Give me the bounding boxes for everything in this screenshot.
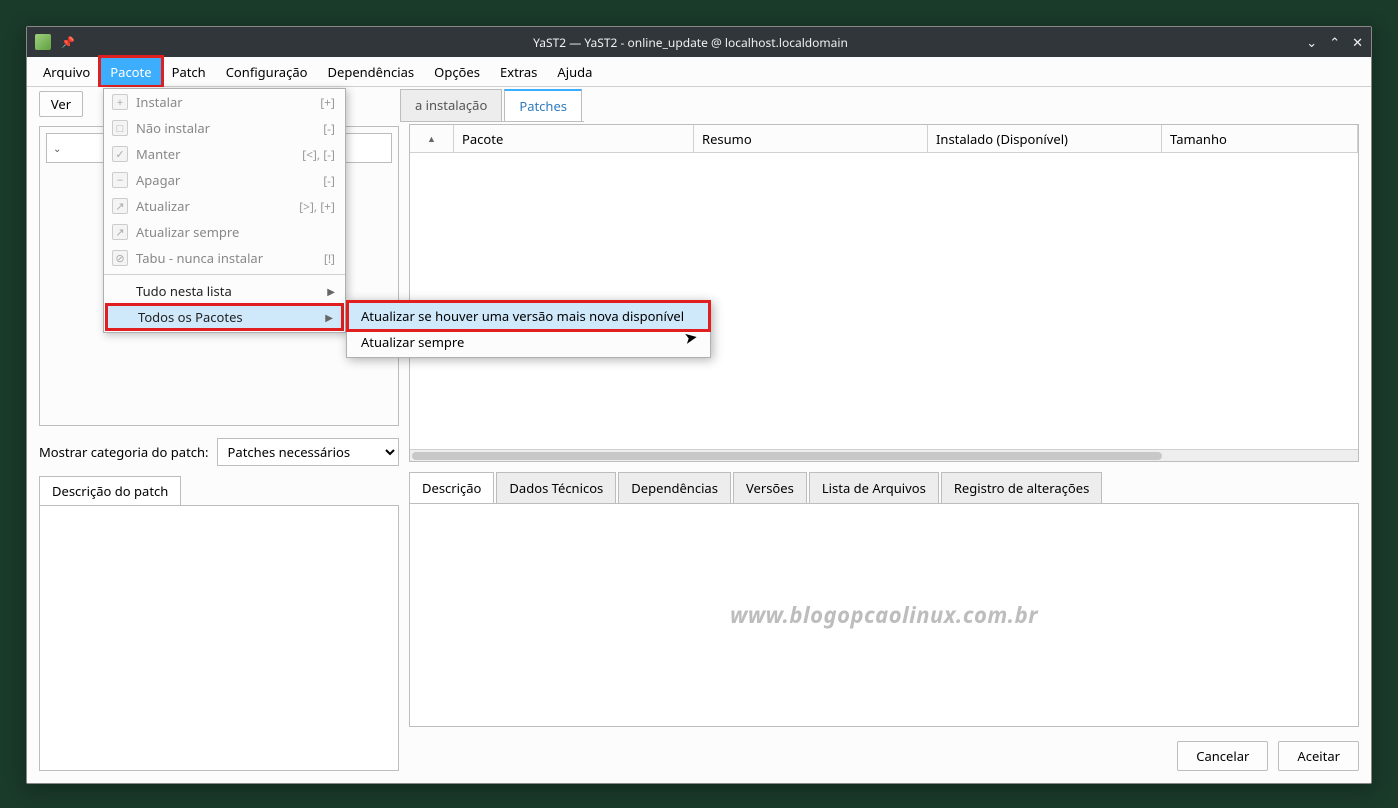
sm-atualizar-nova-versao[interactable]: Atualizar se houver uma versão mais nova… (349, 303, 708, 329)
pin-icon[interactable]: 📌 (61, 35, 75, 50)
tab-dados-tecnicos[interactable]: Dados Técnicos (496, 472, 616, 503)
patch-category-select[interactable]: Patches necessários (217, 438, 399, 466)
dd-atualizar-sempre: ↗ Atualizar sempre (104, 219, 345, 245)
right-column: ▲ Pacote Resumo Instalado (Disponível) T… (409, 124, 1359, 771)
check-icon: ✓ (112, 146, 128, 162)
bottom-tabs: Descrição Dados Técnicos Dependências Ve… (409, 472, 1359, 504)
menu-ajuda[interactable]: Ajuda (547, 57, 602, 86)
square-icon: □ (112, 120, 128, 136)
th-pacote[interactable]: Pacote (454, 125, 694, 152)
table-header: ▲ Pacote Resumo Instalado (Disponível) T… (410, 125, 1358, 153)
chevron-right-icon: ▶ (327, 284, 335, 298)
plus-icon: + (112, 94, 128, 110)
highlight-atualizar-nova-versao: Atualizar se houver uma versão mais nova… (349, 303, 708, 329)
dd-tabu: ⊘ Tabu - nunca instalar [!] (104, 245, 345, 271)
horizontal-scrollbar[interactable] (410, 449, 1358, 461)
menu-pacote[interactable]: Pacote (100, 57, 161, 86)
minimize-icon[interactable]: ⌄ (1306, 33, 1317, 51)
window-controls: ⌄ ⌃ ✕ (1306, 33, 1363, 51)
tab-desc-patch[interactable]: Descrição do patch (39, 476, 181, 505)
th-tamanho[interactable]: Tamanho (1162, 125, 1358, 152)
minus-icon: − (112, 172, 128, 188)
titlebar: 📌 YaST2 — YaST2 - online_update @ localh… (27, 27, 1371, 57)
patch-description-area (39, 505, 399, 771)
cancel-button[interactable]: Cancelar (1177, 741, 1268, 771)
menubar: Arquivo Pacote Patch Configuração Depend… (27, 57, 1371, 87)
tab-lista-arquivos[interactable]: Lista de Arquivos (809, 472, 939, 503)
menu-dependencias[interactable]: Dependências (318, 57, 425, 86)
todos-pacotes-submenu: Atualizar se houver uma versão mais nova… (346, 300, 711, 358)
dd-nao-instalar: □ Não instalar [-] (104, 115, 345, 141)
dd-atualizar: ↗ Atualizar [>], [+] (104, 193, 345, 219)
chevron-down-icon: ⌄ (53, 141, 61, 155)
pacote-dropdown: + Instalar [+] □ Não instalar [-] ✓ Mant… (103, 88, 346, 333)
dd-apagar: − Apagar [-] (104, 167, 345, 193)
window-title: YaST2 — YaST2 - online_update @ localhos… (75, 34, 1307, 51)
maximize-icon[interactable]: ⌃ (1329, 33, 1340, 51)
app-icon (35, 34, 51, 50)
taboo-icon: ⊘ (112, 250, 128, 266)
th-sort[interactable]: ▲ (410, 125, 454, 152)
sort-asc-icon: ▲ (427, 132, 436, 145)
menu-extras[interactable]: Extras (490, 57, 547, 86)
menu-arquivo[interactable]: Arquivo (33, 57, 100, 86)
close-icon[interactable]: ✕ (1352, 33, 1363, 51)
menu-opcoes[interactable]: Opções (424, 57, 490, 86)
sm-atualizar-sempre[interactable]: Atualizar sempre (349, 329, 708, 355)
tab-install-summary[interactable]: a instalação (400, 89, 502, 121)
dd-instalar: + Instalar [+] (104, 89, 345, 115)
patch-category-row: Mostrar categoria do patch: Patches nece… (39, 438, 399, 466)
tab-descricao[interactable]: Descrição (409, 472, 494, 503)
desc-tabs: Descrição do patch (39, 476, 399, 505)
tab-patches[interactable]: Patches (504, 89, 582, 121)
package-table: ▲ Pacote Resumo Instalado (Disponível) T… (409, 124, 1359, 462)
patch-category-label: Mostrar categoria do patch: (39, 443, 209, 461)
dd-manter: ✓ Manter [<], [-] (104, 141, 345, 167)
watermark-text: www.blogopcaolinux.com.br (730, 600, 1038, 630)
th-resumo[interactable]: Resumo (694, 125, 928, 152)
update-icon: ↗ (112, 198, 128, 214)
footer-buttons: Cancelar Aceitar (409, 741, 1359, 771)
top-tabs: a instalação Patches (400, 89, 584, 122)
menu-patch[interactable]: Patch (162, 57, 216, 86)
highlight-todos-pacotes: Todos os Pacotes ▶ (106, 304, 343, 330)
scrollbar-thumb[interactable] (412, 452, 1162, 460)
chevron-right-icon: ▶ (325, 310, 333, 324)
update-always-icon: ↗ (112, 224, 128, 240)
tab-dependencias[interactable]: Dependências (618, 472, 731, 503)
dropdown-separator (104, 274, 345, 275)
view-button[interactable]: Ver (39, 91, 83, 117)
tab-versoes[interactable]: Versões (733, 472, 807, 503)
th-instalado[interactable]: Instalado (Disponível) (928, 125, 1162, 152)
description-box: www.blogopcaolinux.com.br (409, 504, 1359, 727)
dd-tudo-nesta-lista[interactable]: Tudo nesta lista ▶ (104, 278, 345, 304)
dd-todos-os-pacotes[interactable]: Todos os Pacotes ▶ (106, 304, 343, 330)
tab-registro-alteracoes[interactable]: Registro de alterações (941, 472, 1103, 503)
menu-configuracao[interactable]: Configuração (216, 57, 318, 86)
accept-button[interactable]: Aceitar (1278, 741, 1359, 771)
